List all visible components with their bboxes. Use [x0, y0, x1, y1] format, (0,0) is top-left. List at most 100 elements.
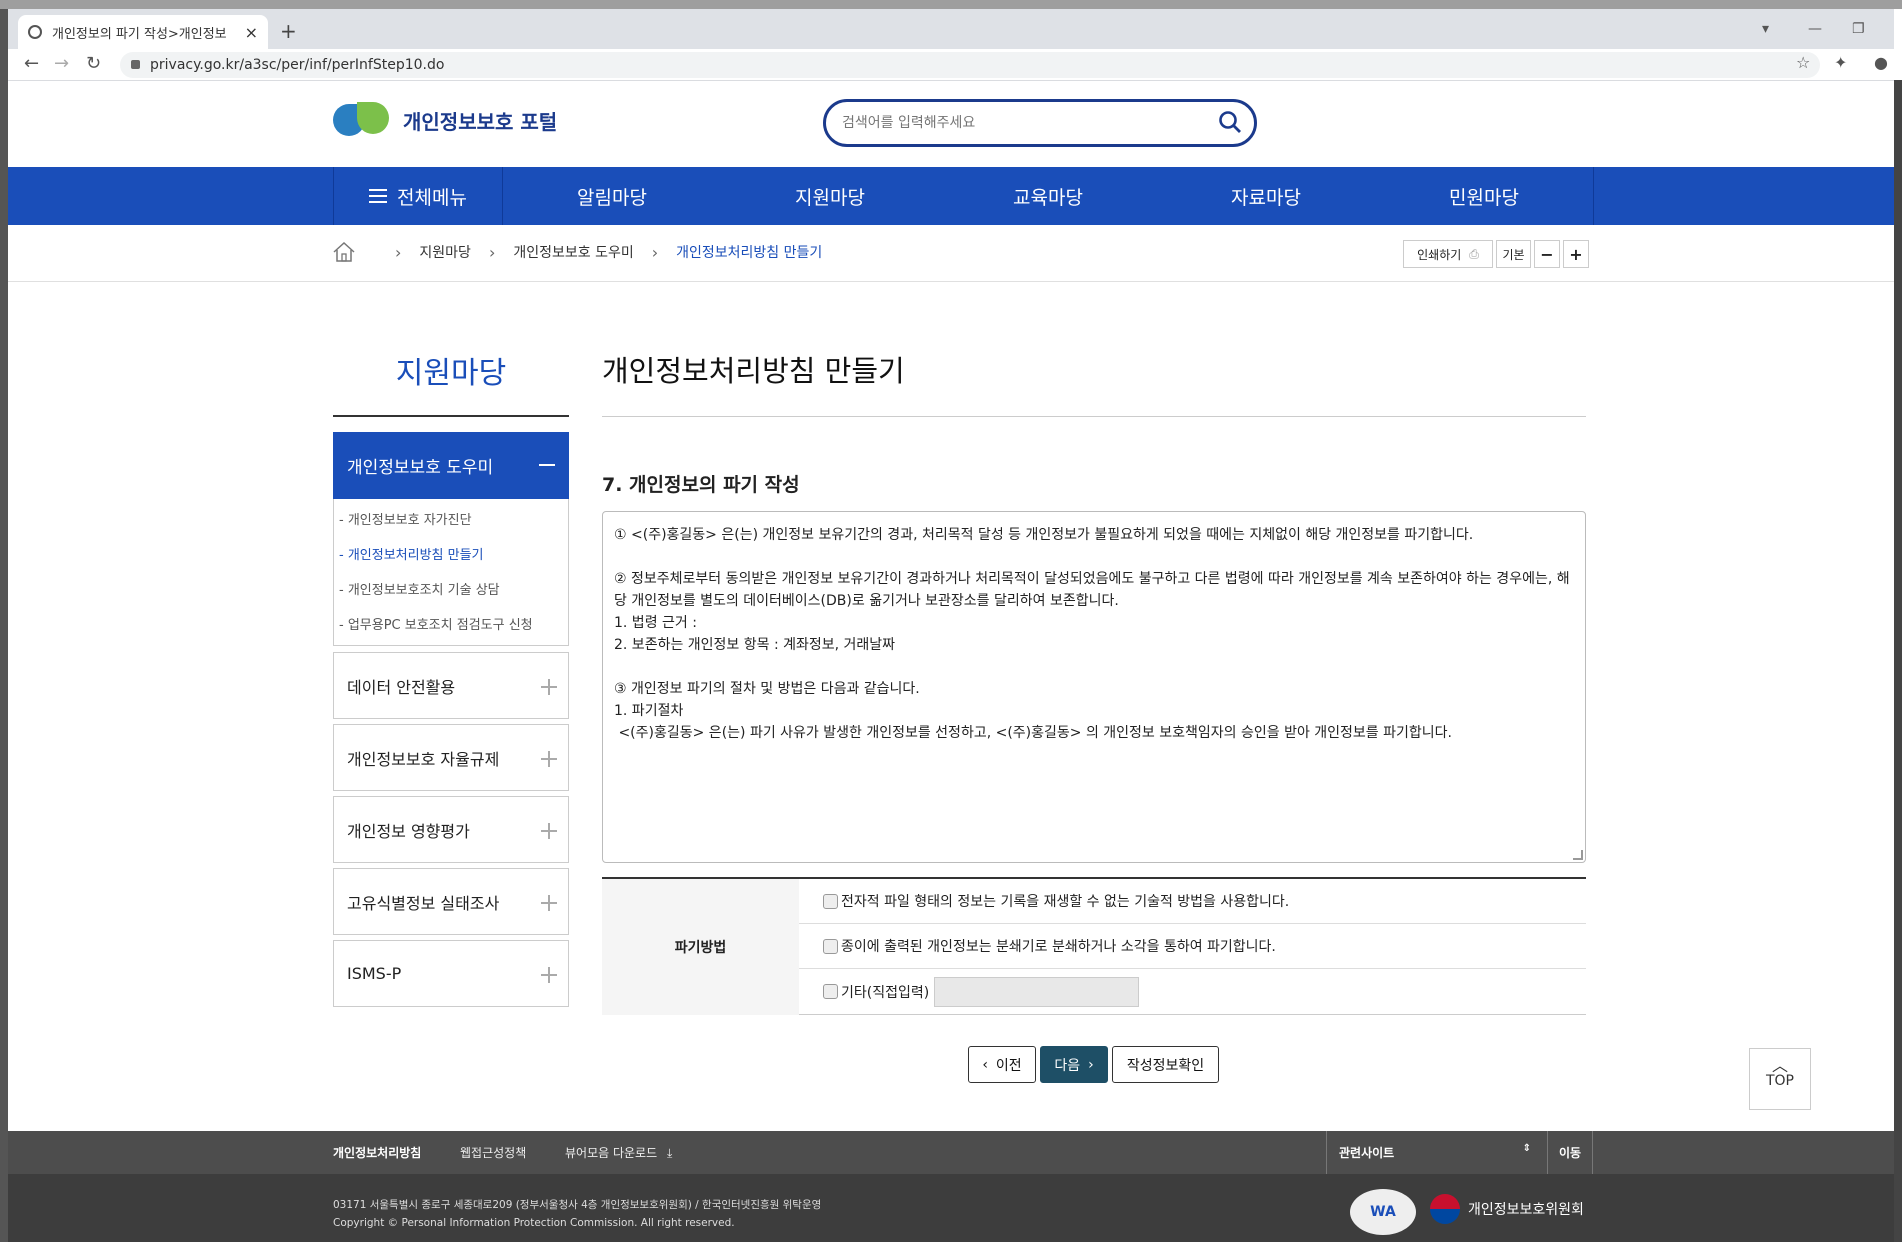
lock-icon: [131, 60, 140, 69]
scroll-top-button[interactable]: ︿ TOP: [1749, 1048, 1811, 1110]
resize-handle-icon[interactable]: [1573, 850, 1583, 860]
policy-text: ① <(주)홍길동> 은(는) 개인정보 보유기간의 경과, 처리목적 달성 등…: [614, 527, 1570, 741]
gnb-item-education[interactable]: 교육마당: [939, 167, 1157, 225]
site-logo[interactable]: 개인정보보호 포털: [333, 102, 557, 138]
search-input[interactable]: [842, 112, 1202, 134]
other-method-input[interactable]: [934, 976, 1140, 1007]
updown-arrow-icon: ⇕: [1522, 1143, 1531, 1154]
restore-icon[interactable]: ❐: [1852, 21, 1865, 37]
lnb-sub-item-active[interactable]: - 개인정보처리방침 만들기: [339, 546, 568, 581]
back-icon[interactable]: ←: [24, 53, 39, 74]
reload-icon[interactable]: ↻: [86, 53, 101, 74]
font-default-button[interactable]: 기본: [1496, 240, 1531, 268]
lnb-item-privacy-helper[interactable]: 개인정보보호 도우미: [333, 432, 569, 499]
extensions-icon[interactable]: ✦: [1834, 53, 1847, 72]
breadcrumb-item[interactable]: 개인정보보호 도우미: [513, 242, 633, 262]
chevron-right-icon: ›: [488, 242, 496, 262]
home-icon[interactable]: [333, 242, 355, 262]
lnb-active-label: 개인정보보호 도우미: [347, 458, 494, 478]
lnb-box-label: 개인정보 영향평가: [347, 821, 470, 841]
browser-addressbar: ← → ↻ privacy.go.kr/a3sc/per/inf/perInfS…: [8, 49, 1894, 81]
zoom-out-button[interactable]: −: [1534, 240, 1560, 268]
confirm-info-button[interactable]: 작성정보확인: [1112, 1046, 1219, 1083]
logo-text: 개인정보보호 포털: [403, 109, 558, 134]
search-icon[interactable]: [1218, 110, 1242, 134]
lnb-divider: [333, 415, 569, 417]
expand-icon[interactable]: [541, 751, 557, 767]
forward-icon[interactable]: →: [54, 53, 69, 74]
lnb-item-data-safety[interactable]: 데이터 안전활용: [333, 652, 569, 719]
chevron-right-icon: ›: [651, 242, 659, 262]
footer-link-accessibility[interactable]: 웹접근성정책: [460, 1144, 526, 1161]
prev-button[interactable]: ‹ 이전: [968, 1046, 1036, 1083]
checkbox[interactable]: [823, 938, 838, 954]
browser-tab[interactable]: 개인정보의 파기 작성>개인정보 ×: [18, 15, 268, 49]
close-tab-icon[interactable]: ×: [245, 23, 258, 42]
gnb-item-civil[interactable]: 민원마당: [1375, 167, 1594, 225]
checkbox[interactable]: [823, 984, 838, 999]
lnb-item-self-regulation[interactable]: 개인정보보호 자율규제: [333, 724, 569, 791]
expand-icon[interactable]: [541, 679, 557, 695]
method-text: 기타(직접입력): [841, 984, 930, 1001]
gnb-item-notice[interactable]: 알림마당: [503, 167, 721, 225]
page-title: 개인정보처리방침 만들기: [602, 354, 905, 388]
collapse-icon[interactable]: [539, 464, 555, 466]
url-field[interactable]: privacy.go.kr/a3sc/per/inf/perInfStep10.…: [120, 52, 1820, 78]
breadcrumb-item[interactable]: 지원마당: [419, 242, 471, 262]
pipc-label: 개인정보보호위원회: [1468, 1202, 1584, 1218]
breadcrumb-current[interactable]: 개인정보처리방침 만들기: [676, 242, 822, 262]
gnb-item-support[interactable]: 지원마당: [721, 167, 939, 225]
related-site-select[interactable]: 관련사이트 ⇕: [1326, 1131, 1548, 1174]
footer-link-privacy-policy[interactable]: 개인정보처리방침: [333, 1144, 421, 1161]
top-label: TOP: [1765, 1073, 1794, 1089]
all-menu-button[interactable]: 전체메뉴: [333, 167, 503, 225]
policy-textarea[interactable]: ① <(주)홍길동> 은(는) 개인정보 보유기간의 경과, 처리목적 달성 등…: [602, 511, 1586, 863]
pipc-logo: 개인정보보호위원회: [1430, 1194, 1584, 1224]
footer-link-viewer-download[interactable]: 뷰어모음 다운로드 ⤓: [565, 1144, 672, 1161]
lnb-box-label: 고유식별정보 실태조사: [347, 893, 500, 913]
method-option-other[interactable]: 기타(직접입력): [799, 969, 1586, 1014]
expand-icon[interactable]: [541, 967, 557, 983]
viewer-download-label: 뷰어모음 다운로드: [565, 1146, 658, 1160]
zoom-in-button[interactable]: +: [1563, 240, 1589, 268]
lnb-item-unique-id-survey[interactable]: 고유식별정보 실태조사: [333, 868, 569, 935]
window-left-edge: [0, 9, 8, 1242]
breadcrumb: › 지원마당 › 개인정보보호 도우미 › 개인정보처리방침 만들기: [333, 242, 822, 262]
lnb-submenu: - 개인정보보호 자가진단 - 개인정보처리방침 만들기 - 개인정보보호조치 …: [333, 499, 569, 646]
lnb-sub-item[interactable]: - 개인정보보호조치 기술 상담: [339, 581, 568, 616]
footer-nav: 개인정보처리방침 웹접근성정책 뷰어모음 다운로드 ⤓ 관련사이트 ⇕ 이동: [8, 1131, 1894, 1174]
lnb-box-label: ISMS-P: [347, 964, 402, 983]
method-text: 종이에 출력된 개인정보는 분쇄기로 분쇄하거나 소각을 통하여 파기합니다.: [841, 939, 1276, 955]
go-button[interactable]: 이동: [1548, 1131, 1593, 1174]
lnb-item-impact-assessment[interactable]: 개인정보 영향평가: [333, 796, 569, 863]
page-tools: 인쇄하기 ⎙ 기본 − +: [1400, 240, 1589, 268]
window-right-edge: [1894, 80, 1902, 1242]
prev-label: 이전: [995, 1057, 1022, 1074]
footer: 03171 서울특별시 종로구 세종대로209 (정부서울청사 4층 개인정보보…: [8, 1174, 1894, 1242]
location-bar: › 지원마당 › 개인정보보호 도우미 › 개인정보처리방침 만들기 인쇄하기 …: [8, 225, 1894, 282]
title-divider: [602, 416, 1586, 417]
lnb-sub-item[interactable]: - 업무용PC 보호조치 점검도구 신청: [339, 616, 568, 651]
search-box: [823, 99, 1257, 147]
lnb-sub-item[interactable]: - 개인정보보호 자가진단: [339, 511, 568, 546]
new-tab-icon[interactable]: +: [280, 19, 297, 43]
minimize-icon[interactable]: —: [1808, 21, 1822, 37]
lnb-box-label: 개인정보보호 자율규제: [347, 749, 500, 769]
expand-icon[interactable]: [541, 895, 557, 911]
hamburger-icon: [369, 189, 388, 203]
profile-dropdown-icon[interactable]: ▾: [1762, 21, 1769, 37]
lnb-title: 지원마당: [395, 356, 507, 391]
next-button[interactable]: 다음 ›: [1040, 1046, 1108, 1083]
window-top-strip: [0, 0, 1902, 9]
bookmark-star-icon[interactable]: ☆: [1796, 53, 1810, 72]
method-option-electronic[interactable]: 전자적 파일 형태의 정보는 기록을 재생할 수 없는 기술적 방법을 사용합니…: [799, 879, 1586, 924]
expand-icon[interactable]: [541, 823, 557, 839]
lnb-item-isms-p[interactable]: ISMS-P: [333, 940, 569, 1007]
gnb-item-resources[interactable]: 자료마당: [1157, 167, 1375, 225]
print-button[interactable]: 인쇄하기 ⎙: [1403, 240, 1493, 268]
logo-mark-icon: [333, 102, 391, 138]
checkbox[interactable]: [823, 893, 838, 909]
print-label: 인쇄하기: [1417, 247, 1462, 262]
account-icon[interactable]: ●: [1874, 53, 1888, 72]
method-option-paper[interactable]: 종이에 출력된 개인정보는 분쇄기로 분쇄하거나 소각을 통하여 파기합니다.: [799, 924, 1586, 969]
